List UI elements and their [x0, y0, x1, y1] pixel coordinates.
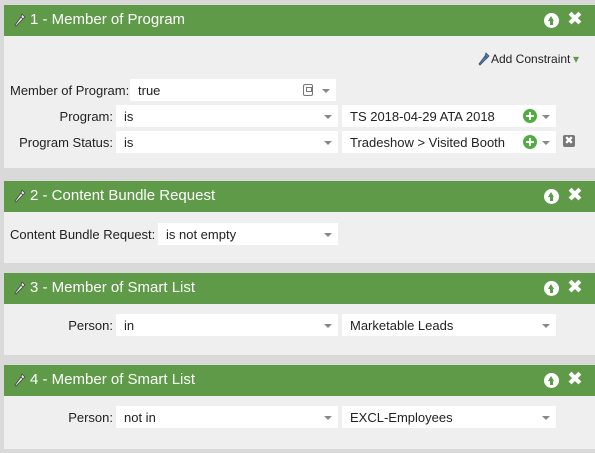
select-value: is [124, 109, 134, 124]
filter-header[interactable]: 4 - Member of Smart List ✖ [4, 365, 595, 396]
row-label: Person: [68, 410, 113, 425]
select-value: is not empty [166, 227, 237, 242]
row-label: Person: [68, 318, 113, 333]
filter-header[interactable]: 3 - Member of Smart List ✖ [4, 273, 595, 304]
program-value-select[interactable]: TS 2018-04-29 ATA 2018 [342, 105, 556, 127]
wrench-icon [478, 52, 490, 66]
chevron-down-icon [542, 324, 550, 328]
select-value: EXCL-Employees [350, 410, 453, 425]
row-label: Program Status: [19, 135, 113, 150]
chevron-down-icon [324, 141, 332, 145]
chevron-down-icon [542, 416, 550, 420]
operator-select[interactable]: is [116, 131, 338, 153]
row-label: Member of Program: [10, 83, 130, 98]
filter-member-of-smart-list: 4 - Member of Smart List ✖ Person: not i… [4, 365, 595, 449]
chevron-down-icon[interactable]: ▾ [573, 52, 579, 66]
calculator-icon[interactable] [303, 84, 313, 96]
close-icon[interactable]: ✖ [567, 370, 583, 389]
member-of-program-select[interactable]: true [130, 79, 336, 101]
chevron-down-icon [542, 115, 550, 119]
wrench-icon[interactable] [13, 281, 27, 295]
operator-select[interactable]: not in [116, 406, 338, 428]
close-icon[interactable]: ✖ [567, 278, 583, 297]
wrench-icon[interactable] [13, 373, 27, 387]
filter-title: 2 - Content Bundle Request [30, 187, 216, 204]
chevron-down-icon [324, 233, 332, 237]
chevron-down-icon [542, 141, 550, 145]
chevron-down-icon [322, 89, 330, 93]
close-icon[interactable]: ✖ [567, 186, 583, 205]
close-icon[interactable]: ✖ [567, 10, 583, 29]
operator-select[interactable]: is [116, 105, 338, 127]
program-status-value-select[interactable]: Tradeshow > Visited Booth [342, 131, 556, 153]
select-value: is [124, 135, 134, 150]
wrench-icon[interactable] [13, 13, 27, 27]
add-constraint-link[interactable]: Add Constraint [491, 52, 570, 66]
arrow-up-circle-icon[interactable] [544, 373, 559, 388]
arrow-up-circle-icon[interactable] [544, 189, 559, 204]
filter-title: 3 - Member of Smart List [30, 279, 196, 296]
row-label: Program: [59, 109, 113, 124]
filter-member-of-smart-list: 3 - Member of Smart List ✖ Person: in Ma… [4, 273, 595, 355]
arrow-up-circle-icon[interactable] [544, 13, 559, 28]
operator-select[interactable]: in [116, 314, 338, 336]
chevron-down-icon [324, 324, 332, 328]
select-value: not in [124, 410, 156, 425]
select-value: Marketable Leads [350, 318, 454, 333]
select-value: Tradeshow > Visited Booth [350, 135, 506, 150]
filter-content-bundle-request: 2 - Content Bundle Request ✖ Content Bun… [4, 181, 595, 263]
filter-title: 4 - Member of Smart List [30, 371, 196, 388]
arrow-up-circle-icon[interactable] [544, 281, 559, 296]
row-label: Content Bundle Request: [10, 227, 156, 242]
filter-header[interactable]: 2 - Content Bundle Request ✖ [4, 181, 595, 212]
chevron-down-icon [324, 115, 332, 119]
select-value: in [124, 318, 135, 333]
smart-list-value-select[interactable]: EXCL-Employees [342, 406, 556, 428]
plus-circle-icon[interactable] [523, 135, 537, 149]
select-value: TS 2018-04-29 ATA 2018 [350, 109, 495, 124]
remove-icon[interactable]: ✖ [563, 135, 575, 147]
filter-member-of-program: 1 - Member of Program ✖ Add Constraint ▾… [4, 5, 595, 168]
filter-title: 1 - Member of Program [30, 11, 186, 28]
operator-select[interactable]: is not empty [158, 223, 338, 245]
wrench-icon[interactable] [13, 189, 27, 203]
chevron-down-icon [324, 416, 332, 420]
filter-header[interactable]: 1 - Member of Program ✖ [4, 5, 595, 36]
select-value: true [138, 83, 161, 98]
plus-circle-icon[interactable] [523, 109, 537, 123]
smart-list-value-select[interactable]: Marketable Leads [342, 314, 556, 336]
